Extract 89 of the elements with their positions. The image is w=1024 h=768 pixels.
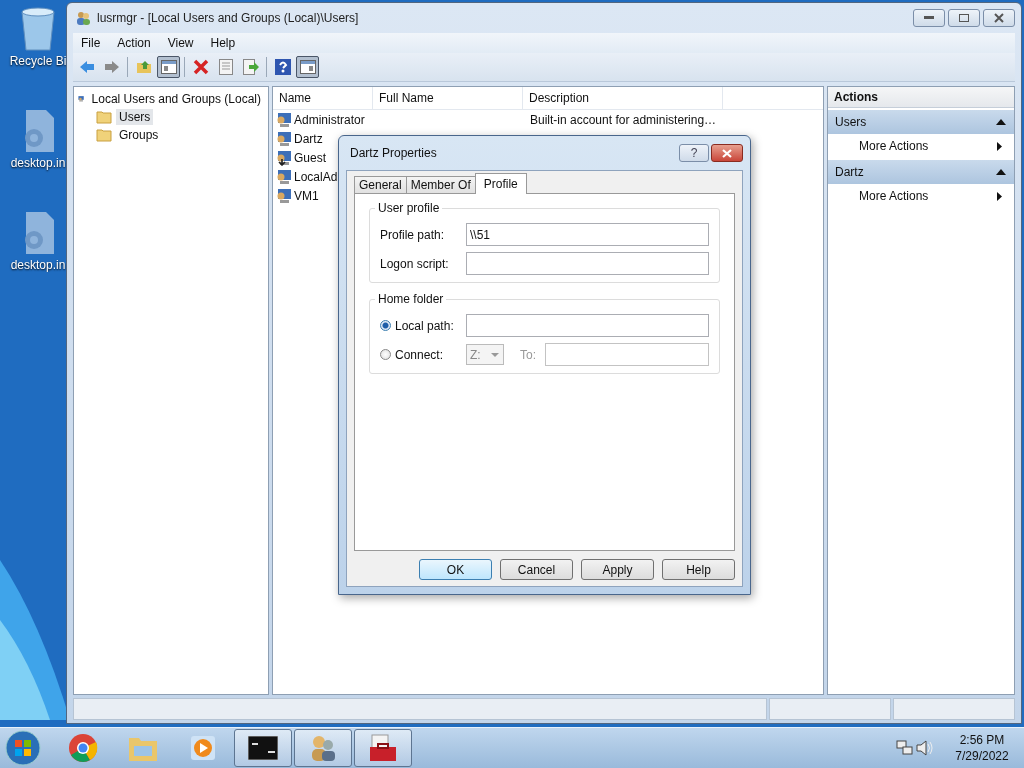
window-title: lusrmgr - [Local Users and Groups (Local)\Users] [97,11,359,25]
user-icon [276,187,292,204]
input-field[interactable] [466,314,709,337]
desktop-icon-label[interactable]: desktop.in [10,258,66,272]
tab[interactable]: Profile [474,173,527,194]
input-field[interactable]: \\51 [466,223,709,246]
group-legend: User profile [375,201,443,215]
radio-button[interactable] [380,320,391,331]
folder-icon [96,110,112,124]
dialog-button[interactable]: Help [662,559,735,580]
menu-item[interactable]: Help [202,36,245,50]
tree-item[interactable]: Local Users and Groups (Local) [88,91,264,107]
group-legend: Home folder [375,292,447,306]
field-label: To: [520,347,536,362]
media-player-icon [189,734,217,762]
folder-icon [96,128,112,142]
action-link[interactable]: More Actions [859,139,929,153]
toolbar-button[interactable] [296,56,319,78]
user-name[interactable]: Administrator [294,112,365,127]
user-icon [276,168,292,185]
taskbar-button[interactable] [354,729,412,767]
terminal-icon [248,736,278,760]
action-link[interactable]: More Actions [859,189,929,203]
recycle-bin-icon[interactable] [18,6,58,52]
maximize-icon [959,14,969,22]
pane-icon [299,60,316,74]
tab[interactable]: Member Of [405,176,476,193]
users-icon [75,10,91,26]
collapse-icon [996,119,1006,125]
forward-arrow-icon [103,60,120,74]
delete-icon [192,59,209,75]
close-icon [994,13,1004,23]
tree-item[interactable]: Users [116,109,154,125]
help-icon [274,59,291,75]
back-arrow-icon [78,60,95,74]
column-header[interactable]: Description [523,87,723,109]
user-name[interactable]: Dartz [294,131,323,146]
action-section-header[interactable]: Users [828,110,1014,134]
export-icon [242,59,259,75]
user-name[interactable]: Guest [294,150,326,165]
menu-item[interactable]: View [159,36,203,50]
actions-title: Actions [828,87,1014,108]
speaker-icon[interactable] [916,740,934,756]
network-icon[interactable] [896,740,914,756]
field-label: Profile path: [380,227,446,242]
field-label: Logon script: [380,256,450,271]
document-icon [218,59,233,75]
clock-date[interactable]: 7/29/2022 [955,748,1009,764]
input-field[interactable] [545,343,709,366]
collapse-icon [996,169,1006,175]
toolbox-icon [368,733,398,763]
taskbar-button[interactable] [234,729,292,767]
user-icon [276,130,292,147]
user-name[interactable]: LocalAd [294,169,338,184]
user-name[interactable]: VM1 [294,188,319,203]
tab[interactable]: General [354,176,407,193]
menu-item[interactable]: File [73,36,110,50]
dialog-button[interactable]: Apply [581,559,654,580]
menu-item[interactable]: Action [109,36,160,50]
user-description: Built-in account for administering… [529,112,717,127]
minimize-button[interactable] [913,9,945,27]
help-button[interactable]: ? [679,144,709,162]
toolbar-button[interactable] [157,56,180,78]
close-button[interactable] [983,9,1015,27]
start-button[interactable] [4,729,42,767]
input-field[interactable] [466,252,709,275]
user-icon [276,111,292,128]
dropdown-arrow-icon [491,352,499,357]
close-icon [722,148,732,158]
disabled-user-icon [276,149,292,166]
tree-item[interactable]: Groups [116,127,162,143]
clock-time[interactable]: 2:56 PM [959,732,1005,748]
folder-up-icon [135,60,152,74]
dialog-title: Dartz Properties [350,146,437,160]
action-section-header[interactable]: Dartz [828,160,1014,184]
minimize-icon [924,16,934,20]
dialog-button[interactable]: OK [419,559,492,580]
column-header[interactable]: Full Name [373,87,523,109]
radio-label[interactable]: Local path: [395,318,454,333]
dialog-button[interactable]: Cancel [500,559,573,580]
submenu-arrow-icon [997,191,1002,201]
browser-icon [68,733,98,763]
submenu-arrow-icon [997,141,1002,151]
desktop-icon-label[interactable]: Recycle Bi [9,54,66,68]
pane-icon [160,60,177,74]
close-button[interactable] [711,144,743,162]
desktop-icon-label[interactable]: desktop.in [10,156,66,170]
column-header[interactable]: Name [273,87,373,109]
maximize-button[interactable] [948,9,980,27]
